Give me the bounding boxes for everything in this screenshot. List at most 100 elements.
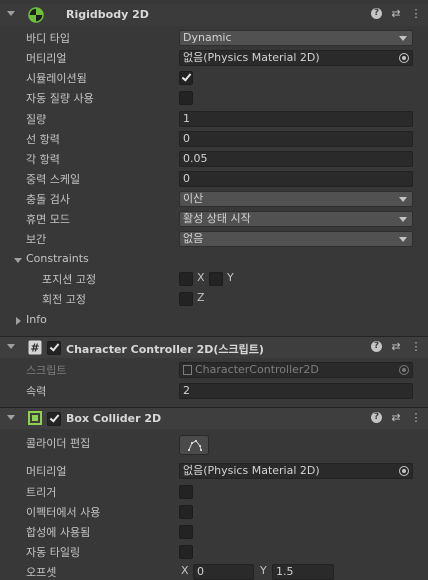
freeze-position-x-label: X [197,271,205,284]
box-collider-header[interactable]: Box Collider 2D ? ⇄ ⋮ [0,407,428,429]
used-by-effector-row: 이펙터에서 사용 [0,502,428,522]
freeze-position-row: 포지션 고정 X Y [0,269,428,289]
linear-drag-label: 선 항력 [26,133,60,146]
collapse-arrow-icon[interactable] [7,344,15,349]
mass-label: 질량 [26,113,47,126]
rb-material-row: 머티리얼 없음(Physics Material 2D) [0,48,428,68]
rb-material-value: 없음(Physics Material 2D) [183,51,320,64]
edit-collider-row: 콜라이더 편집 [0,432,428,458]
object-picker-icon [399,365,409,375]
script-row: 스크립트 CharacterController2D [0,360,428,380]
script-file-icon [183,365,192,375]
preset-icon[interactable]: ⇄ [390,7,402,21]
is-trigger-label: 트리거 [26,486,57,499]
auto-tiling-checkbox[interactable] [179,545,193,559]
offset-y-label: Y [260,564,267,577]
info-foldout[interactable]: Info [0,311,428,331]
linear-drag-input[interactable]: 0 [179,131,413,147]
object-picker-icon[interactable] [399,53,409,63]
rigidbody-icon [28,7,44,23]
edit-collider-icon [188,440,202,451]
offset-y-input[interactable]: 1.5 [272,564,334,580]
rigidbody-header[interactable]: Rigidbody 2D ? ⇄ ⋮ [0,4,428,26]
context-menu-icon[interactable]: ⋮ [410,7,422,21]
object-picker-icon[interactable] [399,466,409,476]
expand-arrow-icon[interactable] [14,258,22,263]
help-icon[interactable]: ? [371,341,382,352]
sleeping-mode-label: 휴면 모드 [26,213,70,226]
info-label: Info [26,313,47,326]
simulated-row: 시뮬레이션됨 [0,68,428,88]
edit-collider-label: 콜라이더 편집 [26,437,91,450]
freeze-rotation-z-checkbox[interactable] [179,292,193,306]
help-icon[interactable]: ? [371,412,382,423]
svg-text:#: # [30,342,39,355]
interpolate-row: 보간 없음 [0,229,428,249]
collapse-arrow-icon[interactable] [7,11,15,16]
body-type-value: Dynamic [183,31,232,44]
rb-material-field[interactable]: 없음(Physics Material 2D) [179,50,413,66]
freeze-position-y-label: Y [227,271,234,284]
used-by-composite-checkbox[interactable] [179,525,193,539]
freeze-rotation-z-label: Z [197,291,205,304]
preset-icon[interactable]: ⇄ [390,340,402,354]
script-field[interactable]: CharacterController2D [179,362,413,378]
bc-material-row: 머티리얼 없음(Physics Material 2D) [0,461,428,481]
bc-material-label: 머티리얼 [26,465,67,478]
speed-input[interactable]: 2 [179,383,413,399]
preset-icon[interactable]: ⇄ [390,411,402,425]
checkmark-icon [49,341,60,352]
body-type-dropdown[interactable]: Dynamic [179,30,413,46]
interpolate-dropdown[interactable]: 없음 [179,231,413,247]
gravity-scale-label: 중력 스케일 [26,173,81,186]
gravity-scale-input[interactable]: 0 [179,171,413,187]
auto-mass-row: 자동 질량 사용 [0,88,428,108]
offset-row: 오프셋 X 0 Y 1.5 [0,562,428,580]
used-by-composite-row: 합성에 사용됨 [0,522,428,542]
help-icon[interactable]: ? [371,8,382,19]
body-type-label: 바디 타입 [26,32,70,45]
chevron-down-icon [399,197,407,202]
collision-detection-row: 충돌 검사 이산 [0,189,428,209]
offset-x-label: X [181,564,189,577]
character-controller-enabled-checkbox[interactable] [47,341,61,355]
script-value: CharacterController2D [195,363,319,376]
freeze-position-y-checkbox[interactable] [209,272,223,286]
expand-arrow-icon[interactable] [16,317,21,325]
collision-detection-dropdown[interactable]: 이산 [179,191,413,207]
angular-drag-input[interactable]: 0.05 [179,151,413,167]
simulated-label: 시뮬레이션됨 [26,72,87,85]
auto-tiling-row: 자동 타일링 [0,542,428,562]
sleeping-mode-row: 휴면 모드 활성 상태 시작 [0,209,428,229]
context-menu-icon[interactable]: ⋮ [410,411,422,425]
rigidbody-title: Rigidbody 2D [66,8,149,21]
bc-material-field[interactable]: 없음(Physics Material 2D) [179,463,413,479]
auto-tiling-label: 자동 타일링 [26,546,81,559]
mass-input[interactable]: 1 [179,111,413,127]
is-trigger-checkbox[interactable] [179,485,193,499]
constraints-label: Constraints [26,252,89,265]
freeze-rotation-row: 회전 고정 Z [0,289,428,309]
character-controller-title: Character Controller 2D(스크립트) [66,343,264,356]
used-by-effector-checkbox[interactable] [179,505,193,519]
freeze-rotation-label: 회전 고정 [42,293,86,306]
auto-mass-checkbox[interactable] [179,91,193,105]
edit-collider-button[interactable] [179,435,209,455]
angular-drag-label: 각 항력 [26,153,60,166]
chevron-down-icon [399,217,407,222]
checkmark-icon [49,412,60,423]
box-collider-enabled-checkbox[interactable] [47,412,61,426]
context-menu-icon[interactable]: ⋮ [410,340,422,354]
rb-material-label: 머티리얼 [26,52,67,65]
chevron-down-icon [399,237,407,242]
used-by-composite-label: 합성에 사용됨 [26,526,91,539]
simulated-checkbox[interactable] [179,71,193,85]
freeze-position-x-checkbox[interactable] [179,272,193,286]
constraints-foldout[interactable]: Constraints [0,250,428,270]
sleeping-mode-dropdown[interactable]: 활성 상태 시작 [179,211,413,227]
mass-row: 질량 1 [0,109,428,129]
offset-x-input[interactable]: 0 [193,564,254,580]
collapse-arrow-icon[interactable] [7,415,15,420]
character-controller-header[interactable]: # Character Controller 2D(스크립트) ? ⇄ ⋮ [0,336,428,358]
freeze-position-label: 포지션 고정 [42,273,97,286]
